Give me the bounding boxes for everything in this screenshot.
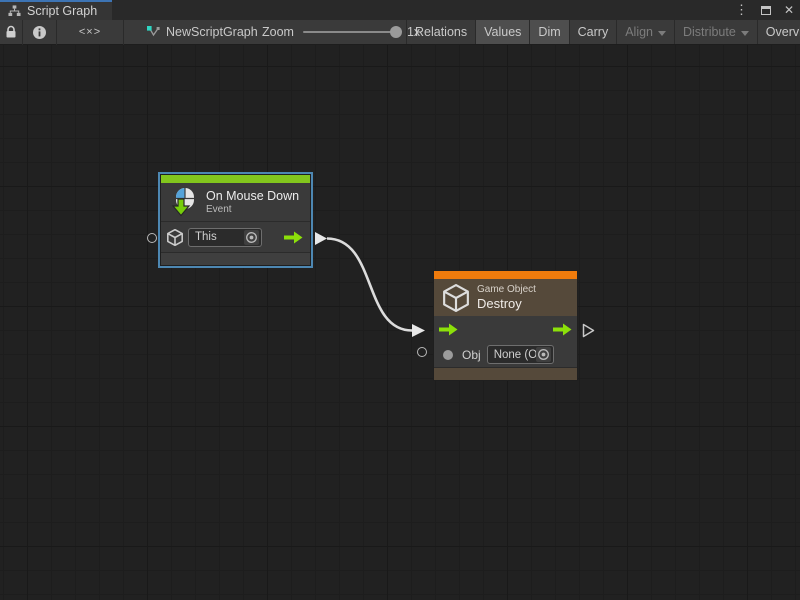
event-accent-bar [161, 175, 310, 183]
window-controls: ⋮ ✕ [735, 0, 794, 20]
tab-title: Script Graph [27, 4, 97, 18]
param-row: Obj None (O [434, 342, 577, 367]
trigger-output-marker [584, 325, 594, 337]
target-input-field[interactable]: This [188, 228, 262, 247]
node-title: On Mouse Down [206, 189, 299, 204]
object-picker-icon[interactable] [244, 230, 259, 245]
object-picker-icon[interactable] [536, 347, 551, 362]
zoom-control: Zoom 1x [262, 20, 420, 44]
zoom-slider-handle[interactable] [390, 26, 402, 38]
node-port-row: This [161, 222, 310, 252]
node-titles: On Mouse Down Event [206, 189, 299, 216]
script-graph-window: Script Graph ⋮ ✕ [0, 0, 800, 600]
script-graph-asset-icon [146, 25, 160, 39]
object-value: None (O [494, 349, 536, 361]
gameobject-accent-bar [434, 271, 577, 279]
cube-icon [443, 284, 469, 312]
self-input-port[interactable] [147, 233, 157, 243]
toolbar-view-buttons: Relations Values Dim Carry Align Distrib… [406, 20, 800, 44]
graph-toolbar: <×> NewScriptGraph Zoom 1x Relations Val… [0, 20, 800, 45]
object-input-field[interactable]: None (O [487, 345, 554, 364]
cube-icon [167, 229, 183, 246]
info-icon [32, 25, 47, 40]
lock-button[interactable] [0, 20, 22, 44]
info-button[interactable] [23, 20, 56, 44]
node-footer [161, 253, 310, 265]
relations-button[interactable]: Relations [406, 20, 475, 44]
chevron-down-icon [658, 31, 666, 36]
align-dropdown[interactable]: Align [616, 20, 674, 44]
node-header: Game Object Destroy [434, 279, 577, 316]
zoom-slider[interactable] [303, 31, 400, 33]
node-destroy[interactable]: Game Object Destroy Obj None (O [433, 270, 578, 381]
dim-button[interactable]: Dim [529, 20, 568, 44]
node-category: Game Object [477, 284, 536, 296]
node-footer [434, 368, 577, 380]
edit-code-button[interactable]: <×> [57, 20, 123, 44]
node-subtitle: Event [206, 204, 299, 216]
connection-wire [0, 45, 800, 600]
obj-input-port[interactable] [417, 347, 427, 357]
hierarchy-icon [8, 5, 21, 17]
value-port-dot-icon[interactable] [443, 350, 453, 360]
flow-output-arrow-icon[interactable] [284, 231, 303, 244]
node-on-mouse-down[interactable]: On Mouse Down Event This [160, 174, 311, 266]
zoom-label: Zoom [262, 25, 294, 39]
node-titles: Game Object Destroy [477, 284, 536, 312]
code-icon: <×> [79, 26, 101, 38]
maximize-icon[interactable] [761, 6, 771, 15]
overview-button[interactable]: Overview [757, 20, 800, 44]
node-title: Destroy [477, 296, 536, 312]
graph-asset-reference[interactable]: NewScriptGraph [146, 25, 258, 39]
mouse-down-icon [170, 187, 198, 217]
lock-icon [4, 24, 18, 40]
separator [123, 20, 124, 45]
chevron-down-icon [741, 31, 749, 36]
flow-input-arrow-icon[interactable] [439, 323, 458, 336]
tab-script-graph[interactable]: Script Graph [0, 0, 112, 20]
values-button[interactable]: Values [475, 20, 529, 44]
window-menu-icon[interactable]: ⋮ [735, 2, 748, 18]
titlebar: Script Graph ⋮ ✕ [0, 0, 800, 20]
close-icon[interactable]: ✕ [784, 3, 794, 17]
distribute-dropdown[interactable]: Distribute [674, 20, 757, 44]
graph-canvas[interactable]: On Mouse Down Event This [0, 45, 800, 600]
toolbar-left-group: <×> NewScriptGraph [0, 20, 258, 44]
target-value: This [195, 231, 217, 243]
node-header: On Mouse Down Event [161, 183, 310, 221]
carry-button[interactable]: Carry [569, 20, 617, 44]
flow-output-arrow-icon[interactable] [553, 323, 572, 336]
flow-row [434, 316, 577, 342]
graph-asset-name: NewScriptGraph [166, 25, 258, 39]
param-label: Obj [462, 348, 481, 362]
